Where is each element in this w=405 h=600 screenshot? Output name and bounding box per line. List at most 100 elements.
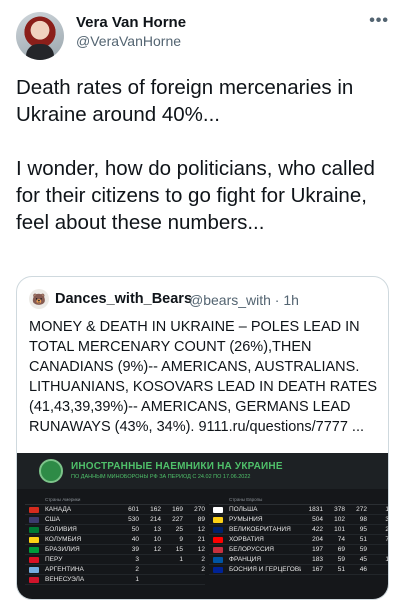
- count-cell: 40: [131, 536, 139, 543]
- count-cell: 89: [197, 516, 205, 523]
- author-avatar[interactable]: [16, 12, 64, 60]
- quoted-author-name[interactable]: Dances_with_Bears: [55, 291, 192, 307]
- flag-icon: [213, 526, 223, 533]
- count-cell: 69: [337, 546, 345, 553]
- country-name: ПЕРУ: [45, 556, 63, 563]
- count-cell: 95: [359, 526, 367, 533]
- infographic-subtitle: ПО ДАННЫМ МИНОБОРОНЫ РФ ЗА ПЕРИОД С 24.0…: [71, 474, 251, 480]
- table-row: ПЕРУ 3 1 2: [25, 555, 205, 565]
- count-cell: 214: [150, 516, 161, 523]
- flag-icon: [213, 546, 223, 553]
- table-row: БРАЗИЛИЯ 39 12 15 12: [25, 545, 205, 555]
- table-row: КОЛУМБИЯ 40 10 9 21: [25, 535, 205, 545]
- count-cell: 197: [312, 546, 323, 553]
- quoted-tweet[interactable]: 🐻 Dances_with_Bears @bears_with · 1h MON…: [16, 276, 389, 600]
- count-cell: 25: [175, 526, 183, 533]
- count-cell: 270: [194, 506, 205, 513]
- count-cell: 12: [153, 546, 161, 553]
- americas-table-header: Страны Америки: [25, 495, 205, 505]
- flag-icon: [29, 546, 39, 553]
- country-name: КАНАДА: [45, 506, 72, 513]
- count-cell: 3: [135, 556, 139, 563]
- count-cell: 2: [385, 526, 389, 533]
- flag-icon: [213, 566, 223, 573]
- country-name: АРГЕНТИНА: [45, 566, 84, 573]
- count-cell: 39: [131, 546, 139, 553]
- flag-icon: [29, 526, 39, 533]
- country-name: ХОРВАТИЯ: [229, 536, 264, 543]
- country-name: БОЛИВИЯ: [45, 526, 77, 533]
- table-row: БОСНИЯ И ГЕРЦЕГОВИНА 167 51 46: [209, 565, 388, 575]
- flag-icon: [29, 516, 39, 523]
- count-cell: 530: [128, 516, 139, 523]
- country-name: ФРАНЦИЯ: [229, 556, 262, 563]
- count-cell: 74: [337, 536, 345, 543]
- count-cell: 2: [135, 566, 139, 573]
- table-row: ФРАНЦИЯ 183 59 45 1: [209, 555, 388, 565]
- europe-table-header: Страны Европы: [209, 495, 388, 505]
- table-row: ПОЛЬША 1831 378 272 1: [209, 505, 389, 515]
- flag-icon: [29, 576, 39, 583]
- count-cell: 422: [312, 526, 323, 533]
- author-handle[interactable]: @VeraVanHorne: [76, 33, 181, 49]
- flag-icon: [213, 556, 223, 563]
- count-cell: 167: [312, 566, 323, 573]
- quoted-avatar[interactable]: 🐻: [29, 289, 49, 309]
- flag-icon: [29, 556, 39, 563]
- count-cell: 45: [359, 556, 367, 563]
- count-cell: 98: [359, 516, 367, 523]
- country-name: ПОЛЬША: [229, 506, 258, 513]
- count-cell: 1831: [308, 506, 323, 513]
- count-cell: 7: [385, 536, 389, 543]
- count-cell: 1: [179, 556, 183, 563]
- country-name: БЕЛОРУССИЯ: [229, 546, 274, 553]
- count-cell: 59: [359, 546, 367, 553]
- count-cell: 2: [201, 566, 205, 573]
- table-row: КАНАДА 601 162 169 270: [25, 505, 205, 515]
- table-row: ВЕЛИКОБРИТАНИЯ 422 101 95 2: [209, 525, 389, 535]
- count-cell: 378: [334, 506, 345, 513]
- europe-table: Страны Европы ПОЛЬША 1831 378 272 1 РУМЫНИЯ 50…: [209, 495, 389, 575]
- count-cell: 272: [356, 506, 367, 513]
- more-options-icon[interactable]: •••: [369, 12, 389, 30]
- country-name: БРАЗИЛИЯ: [45, 546, 80, 553]
- country-name: США: [45, 516, 60, 523]
- infographic-title: ИНОСТРАННЫЕ НАЕМНИКИ НА УКРАИНЕ: [71, 461, 283, 472]
- count-cell: 15: [175, 546, 183, 553]
- table-row: БОЛИВИЯ 50 13 25 12: [25, 525, 205, 535]
- count-cell: 9: [179, 536, 183, 543]
- quoted-image[interactable]: ИНОСТРАННЫЕ НАЕМНИКИ НА УКРАИНЕ ПО ДАННЫ…: [17, 453, 389, 599]
- count-cell: 601: [128, 506, 139, 513]
- country-name: КОЛУМБИЯ: [45, 536, 82, 543]
- flag-icon: [29, 566, 39, 573]
- author-name[interactable]: Vera Van Horne: [76, 14, 186, 31]
- count-cell: 169: [172, 506, 183, 513]
- count-cell: 504: [312, 516, 323, 523]
- flag-icon: [29, 536, 39, 543]
- table-row: США 530 214 227 89: [25, 515, 205, 525]
- tweet: Vera Van Horne @VeraVanHorne ••• Death r…: [0, 0, 405, 600]
- americas-table: Страны Америки КАНАДА 601 162 169 270 США 530 2…: [25, 495, 205, 585]
- flag-icon: [29, 506, 39, 513]
- count-cell: 3: [385, 516, 389, 523]
- count-cell: 204: [312, 536, 323, 543]
- country-name: ВЕЛИКОБРИТАНИЯ: [229, 526, 291, 533]
- flag-icon: [213, 506, 223, 513]
- count-cell: 12: [197, 546, 205, 553]
- mod-logo-icon: [39, 459, 63, 483]
- count-cell: 102: [334, 516, 345, 523]
- count-cell: 51: [359, 536, 367, 543]
- table-row: АРГЕНТИНА 2 2: [25, 565, 205, 575]
- flag-icon: [213, 516, 223, 523]
- count-cell: 10: [153, 536, 161, 543]
- count-cell: 1: [385, 506, 389, 513]
- count-cell: 21: [197, 536, 205, 543]
- table-row: БЕЛОРУССИЯ 197 69 59: [209, 545, 388, 555]
- quoted-text: MONEY & DEATH IN UKRAINE – POLES LEAD IN…: [29, 319, 378, 435]
- count-cell: 183: [312, 556, 323, 563]
- count-cell: 59: [337, 556, 345, 563]
- table-row: РУМЫНИЯ 504 102 98 3: [209, 515, 389, 525]
- flag-icon: [213, 536, 223, 543]
- count-cell: 162: [150, 506, 161, 513]
- count-cell: 12: [197, 526, 205, 533]
